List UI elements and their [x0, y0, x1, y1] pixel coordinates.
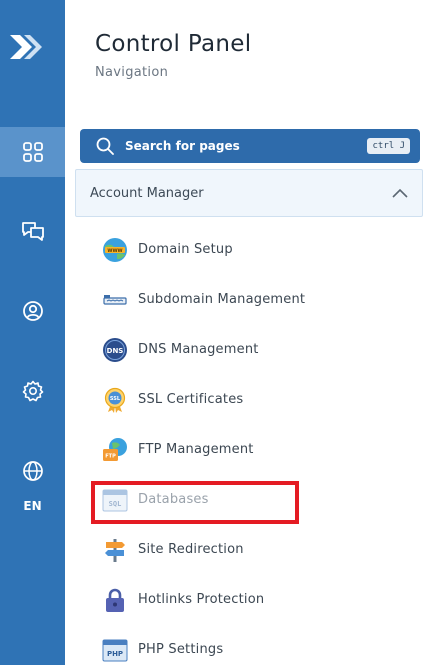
menu-item-label: FTP Management: [138, 442, 254, 457]
rail-dashboard-button[interactable]: [0, 127, 65, 177]
menu-item-label: Domain Setup: [138, 242, 233, 257]
svg-text:FTP: FTP: [105, 454, 116, 460]
gear-icon: [22, 380, 43, 402]
menu-item-label: PHP Settings: [138, 642, 224, 657]
rail-support-button[interactable]: [0, 206, 65, 256]
page-subtitle: Navigation: [95, 65, 169, 80]
chevron-up-icon[interactable]: [392, 187, 408, 199]
menu-item-ftp-management[interactable]: FTP FTP Management: [97, 430, 417, 470]
globe-icon: [22, 461, 43, 481]
page-title: Control Panel: [95, 31, 252, 57]
search-pages-button[interactable]: Search for pages ctrl J: [80, 129, 420, 163]
www-globe-icon: WWW: [103, 238, 127, 262]
menu-item-label: Site Redirection: [138, 542, 244, 557]
subdomain-icon: [103, 295, 127, 305]
ssl-badge-icon: SSL: [104, 387, 126, 413]
menu-item-label: Subdomain Management: [138, 292, 306, 307]
menu-item-site-redirection[interactable]: Site Redirection: [97, 530, 417, 570]
rail-account-button[interactable]: [0, 286, 65, 336]
signpost-icon: [105, 539, 125, 562]
chat-icon: [21, 222, 44, 241]
menu-item-hotlinks-protection[interactable]: Hotlinks Protection: [97, 580, 417, 620]
svg-text:DNS: DNS: [107, 347, 124, 355]
user-icon: [22, 301, 43, 321]
menu-item-php-settings[interactable]: PHP PHP Settings: [97, 630, 417, 670]
logo-icon[interactable]: [6, 27, 42, 67]
language-code[interactable]: EN: [0, 499, 65, 513]
svg-text:SSL: SSL: [110, 396, 121, 402]
menu-item-dns-management[interactable]: DNS DNS Management: [97, 330, 417, 370]
left-nav-rail: EN: [0, 0, 65, 665]
menu-item-subdomain-management[interactable]: Subdomain Management: [97, 280, 417, 320]
ftp-icon: FTP: [103, 438, 127, 461]
rail-language-button[interactable]: [0, 446, 65, 496]
menu-item-label: Hotlinks Protection: [138, 592, 265, 607]
menu-item-label: SSL Certificates: [138, 392, 244, 407]
rail-settings-button[interactable]: [0, 366, 65, 416]
section-title: Account Manager: [90, 186, 204, 201]
svg-text:WWW: WWW: [107, 248, 122, 254]
menu-item-domain-setup[interactable]: WWW Domain Setup: [97, 230, 417, 270]
search-label: Search for pages: [125, 139, 240, 153]
php-icon: PHP: [102, 639, 128, 662]
dns-icon: DNS: [103, 338, 127, 362]
menu-item-ssl-certificates[interactable]: SSL SSL Certificates: [97, 380, 417, 420]
menu-item-label: DNS Management: [138, 342, 259, 357]
account-manager-section-header[interactable]: Account Manager: [75, 169, 423, 217]
svg-text:PHP: PHP: [107, 650, 123, 658]
grid-icon: [22, 142, 43, 162]
search-icon: [96, 137, 114, 155]
lock-icon: [106, 588, 124, 612]
search-shortcut-badge: ctrl J: [367, 138, 410, 154]
highlight-box: [91, 481, 299, 524]
